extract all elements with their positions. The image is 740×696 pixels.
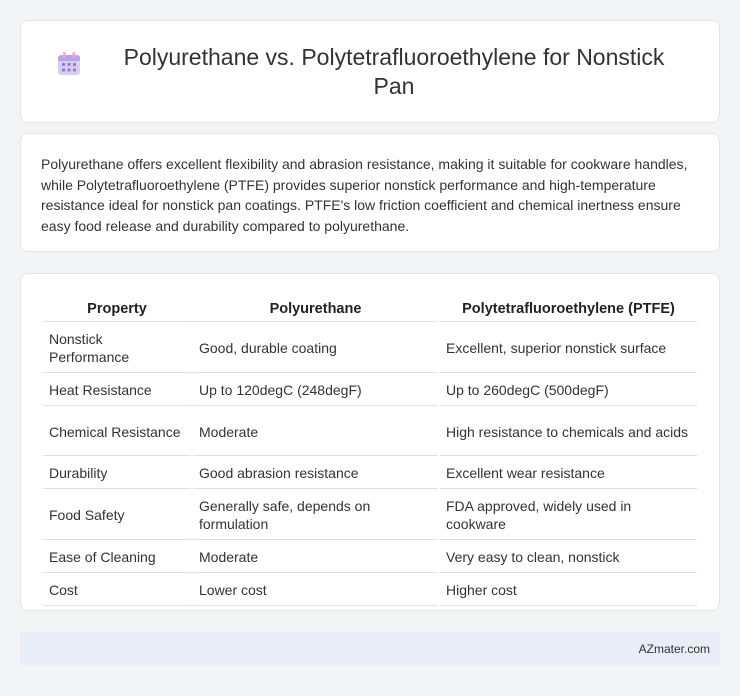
header-ptfe: Polytetrafluoroethylene (PTFE) <box>440 296 697 322</box>
table-cell: Excellent wear resistance <box>440 458 697 489</box>
table-cell: Moderate <box>193 408 438 456</box>
table-cell: Cost <box>43 575 191 606</box>
table-cell: Generally safe, depends on formulation <box>193 491 438 540</box>
comparison-table: Property Polyurethane Polytetrafluoroeth… <box>41 294 699 608</box>
summary-text: Polyurethane offers excellent flexibilit… <box>41 156 688 234</box>
table-cell: Ease of Cleaning <box>43 542 191 573</box>
table-cell: Moderate <box>193 542 438 573</box>
table-cell: Durability <box>43 458 191 489</box>
footer: AZmater.com <box>20 632 720 665</box>
table-cell: Higher cost <box>440 575 697 606</box>
title-card: Polyurethane vs. Polytetrafluoroethylene… <box>20 20 720 123</box>
table-cell: Very easy to clean, nonstick <box>440 542 697 573</box>
table-cell: Good abrasion resistance <box>193 458 438 489</box>
header-polyurethane: Polyurethane <box>193 296 438 322</box>
table-row: Durability Good abrasion resistance Exce… <box>43 458 697 489</box>
table-cell: High resistance to chemicals and acids <box>440 408 697 456</box>
table-cell: Good, durable coating <box>193 324 438 373</box>
table-header-row: Property Polyurethane Polytetrafluoroeth… <box>43 296 697 322</box>
table-cell: Up to 120degC (248degF) <box>193 375 438 406</box>
page-title: Polyurethane vs. Polytetrafluoroethylene… <box>123 43 665 99</box>
summary-card: Polyurethane offers excellent flexibilit… <box>20 133 720 252</box>
table-cell: Nonstick Performance <box>43 324 191 373</box>
table-cell: Food Safety <box>43 491 191 540</box>
table-cell: Heat Resistance <box>43 375 191 406</box>
table-cell: Up to 260degC (500degF) <box>440 375 697 406</box>
table-row: Ease of Cleaning Moderate Very easy to c… <box>43 542 697 573</box>
table-row: Nonstick Performance Good, durable coati… <box>43 324 697 373</box>
comparison-table-card: Property Polyurethane Polytetrafluoroeth… <box>20 273 720 611</box>
table-row: Cost Lower cost Higher cost <box>43 575 697 606</box>
table-cell: Lower cost <box>193 575 438 606</box>
footer-site-link[interactable]: AZmater.com <box>639 642 710 656</box>
title-wrap: Polyurethane vs. Polytetrafluoroethylene… <box>50 43 690 101</box>
calendar-icon <box>58 51 80 75</box>
table-cell: Excellent, superior nonstick surface <box>440 324 697 373</box>
table-row: Chemical Resistance Moderate High resist… <box>43 408 697 456</box>
header-property: Property <box>43 296 191 322</box>
table-cell: FDA approved, widely used in cookware <box>440 491 697 540</box>
table-row: Food Safety Generally safe, depends on f… <box>43 491 697 540</box>
table-row: Heat Resistance Up to 120degC (248degF) … <box>43 375 697 406</box>
table-cell: Chemical Resistance <box>43 408 191 456</box>
